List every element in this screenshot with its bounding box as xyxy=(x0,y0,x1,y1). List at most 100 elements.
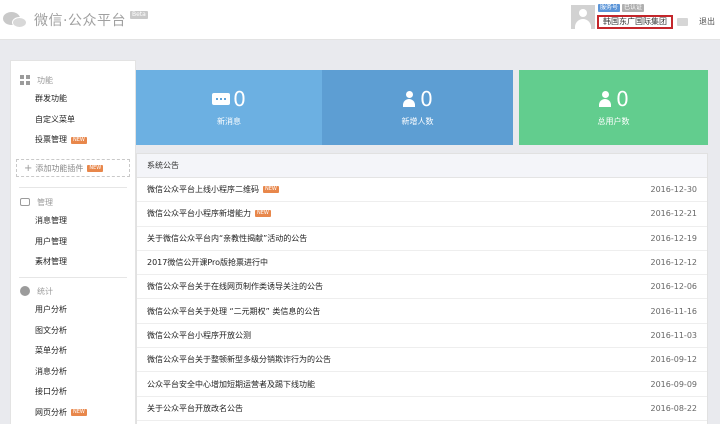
announcement-title[interactable]: 微信公众平台小程序开放公测 xyxy=(147,330,251,341)
announcement-date: 2016-12-21 xyxy=(650,209,698,219)
stats-section-header: 统计 xyxy=(11,282,135,300)
announcement-title-wrap: 微信公众平台关于整顿新型多级分销欺诈行为的公告 xyxy=(147,354,331,365)
stat-value: 0 xyxy=(322,88,513,110)
sidebar-item-api-analysis[interactable]: 接口分析 xyxy=(11,382,135,403)
stat-label: 新消息 xyxy=(217,117,241,126)
sidebar-item-label: 用户分析 xyxy=(35,305,67,314)
account-name[interactable]: 韩国东广国际集团 xyxy=(597,15,673,29)
stats-cards: 0 新消息 0 新增人数 0 总用户数 xyxy=(136,70,708,145)
announcement-title[interactable]: 微信公众平台关于整顿新型多级分销欺诈行为的公告 xyxy=(147,354,331,365)
announcement-title-wrap: 微信公众平台关于在线网页制作类诱导关注的公告 xyxy=(147,281,323,292)
announcement-date: 2016-08-22 xyxy=(650,403,698,413)
announcement-date: 2016-09-12 xyxy=(650,355,698,365)
verified-tag: 已认证 xyxy=(622,4,645,12)
sidebar-item-vote[interactable]: 投票管理 NEW xyxy=(11,130,135,151)
new-badge: NEW xyxy=(255,210,271,218)
stats-section-title: 统计 xyxy=(37,286,53,296)
announcement-date: 2016-11-16 xyxy=(650,306,698,316)
announcement-title-wrap: 微信公众平台关于处理 “二元期权” 类信息的公告 xyxy=(147,306,320,317)
announcement-date: 2016-12-12 xyxy=(650,258,698,268)
announcement-title[interactable]: 关于公众平台开放改名公告 xyxy=(147,403,243,414)
announcement-row[interactable]: 微信公众平台上线小程序二维码 NEW 2016-12-30 xyxy=(137,178,707,203)
announcement-title[interactable]: 微信公众平台关于在线网页制作类诱导关注的公告 xyxy=(147,281,323,292)
user-icon xyxy=(402,91,416,107)
wechat-mp-logo[interactable]: 微信·公众平台 Beta xyxy=(2,8,148,32)
announcement-title-wrap: 微信公众平台小程序新增能力 NEW xyxy=(147,208,271,219)
announcement-title-wrap: 微信公众平台小程序开放公测 xyxy=(147,330,251,341)
stat-card-new-messages[interactable]: 0 新消息 xyxy=(136,70,322,145)
sidebar-item-label: 素材管理 xyxy=(35,257,67,266)
logout-link[interactable]: 退出 xyxy=(699,16,715,27)
function-section-title: 功能 xyxy=(37,75,53,85)
new-messages-count: 0 xyxy=(233,87,246,111)
sidebar-item-users[interactable]: 用户管理 xyxy=(11,232,135,253)
sidebar-item-label: 群发功能 xyxy=(35,94,67,103)
sidebar-item-mass-send[interactable]: 群发功能 xyxy=(11,89,135,110)
sidebar-item-label: 菜单分析 xyxy=(35,346,67,355)
logo-text: 微信·公众平台 xyxy=(34,13,126,29)
announcements-panel: 系统公告 微信公众平台上线小程序二维码 NEW 2016-12-30 微信公众平台小程… xyxy=(136,153,708,424)
sidebar-item-label: 用户管理 xyxy=(35,236,67,246)
sidebar-item-label: 图文分析 xyxy=(35,325,67,335)
manage-section-header: 管理 xyxy=(11,193,135,211)
stat-label: 总用户数 xyxy=(597,117,630,126)
announcement-date: 2016-11-03 xyxy=(650,330,698,340)
manage-section: 管理 消息管理 用户管理 素材管理 xyxy=(11,193,135,273)
announcement-date: 2016-12-06 xyxy=(650,282,698,292)
message-icon xyxy=(212,93,231,105)
new-users-count: 0 xyxy=(420,87,433,111)
plus-icon: + xyxy=(24,162,33,174)
announcement-row[interactable]: 2017微信公开课Pro版抢票进行中 2016-12-12 xyxy=(137,251,707,276)
top-header: 微信·公众平台 Beta 服务号 已认证 韩国东广国际集团 退出 xyxy=(0,0,720,40)
tray-icon xyxy=(20,198,30,206)
sidebar-item-label: 投票管理 xyxy=(35,135,67,144)
stat-label: 新增人数 xyxy=(401,117,434,126)
add-plugin-button[interactable]: + 添加功能插件 NEW xyxy=(16,159,130,177)
divider xyxy=(19,187,127,188)
sidebar-item-custom-menu[interactable]: 自定义菜单 xyxy=(11,110,135,131)
sidebar-item-label: 网页分析 xyxy=(35,407,67,417)
announcement-row[interactable]: 关于公众平台开放改名公告 2016-08-22 xyxy=(137,397,707,421)
stat-card-total-users[interactable]: 0 总用户数 xyxy=(519,70,708,145)
announcement-row[interactable]: 公众平台安全中心增加短期运营者及踢下线功能 2016-09-09 xyxy=(137,372,707,397)
announcement-title-wrap: 公众平台安全中心增加短期运营者及踢下线功能 xyxy=(147,379,315,390)
sidebar-item-user-analysis[interactable]: 用户分析 xyxy=(11,300,135,321)
total-users-count: 0 xyxy=(616,87,629,111)
announcement-title[interactable]: 公众平台安全中心增加短期运营者及踢下线功能 xyxy=(147,379,315,390)
sidebar-item-webpage-analysis[interactable]: 网页分析 NEW xyxy=(11,403,135,424)
announcement-list: 微信公众平台上线小程序二维码 NEW 2016-12-30 微信公众平台小程序新增能力… xyxy=(137,178,707,421)
function-section-header: 功能 xyxy=(11,71,135,89)
account-avatar[interactable] xyxy=(571,5,595,29)
sidebar-item-materials[interactable]: 素材管理 xyxy=(11,252,135,273)
announcement-date: 2016-09-09 xyxy=(650,379,698,389)
sidebar-item-article-analysis[interactable]: 图文分析 xyxy=(11,321,135,342)
sidebar-item-menu-analysis[interactable]: 菜单分析 xyxy=(11,341,135,362)
mail-icon[interactable] xyxy=(677,18,688,26)
divider xyxy=(19,277,127,278)
sidebar: 功能 群发功能 自定义菜单 投票管理 NEW + 添加功能插件 NEW 管理 消息… xyxy=(10,60,136,424)
announcement-row[interactable]: 微信公众平台关于处理 “二元期权” 类信息的公告 2016-11-16 xyxy=(137,299,707,324)
announcement-row[interactable]: 关于微信公众平台内“亲教性揭献”活动的公告 2016-12-19 xyxy=(137,227,707,251)
announcement-row[interactable]: 微信公众平台小程序新增能力 NEW 2016-12-21 xyxy=(137,202,707,227)
announcement-title-wrap: 关于微信公众平台内“亲教性揭献”活动的公告 xyxy=(147,233,307,244)
sidebar-item-label: 接口分析 xyxy=(35,387,67,396)
sidebar-item-message-analysis[interactable]: 消息分析 xyxy=(11,362,135,383)
sidebar-item-label: 自定义菜单 xyxy=(35,114,75,124)
announcement-row[interactable]: 微信公众平台关于在线网页制作类诱导关注的公告 2016-12-06 xyxy=(137,275,707,300)
function-section: 功能 群发功能 自定义菜单 投票管理 NEW xyxy=(11,71,135,151)
account-tags: 服务号 已认证 xyxy=(598,4,645,12)
new-badge: NEW xyxy=(87,164,104,172)
announcement-title[interactable]: 微信公众平台小程序新增能力 xyxy=(147,208,251,219)
announcement-title[interactable]: 微信公众平台关于处理 “二元期权” 类信息的公告 xyxy=(147,306,320,317)
announcement-title[interactable]: 2017微信公开课Pro版抢票进行中 xyxy=(147,257,268,268)
announcement-title[interactable]: 关于微信公众平台内“亲教性揭献”活动的公告 xyxy=(147,233,307,244)
stats-section: 统计 用户分析 图文分析 菜单分析 消息分析 接口分析 网页分析 NEW xyxy=(11,282,135,423)
announcement-row[interactable]: 微信公众平台小程序开放公测 2016-11-03 xyxy=(137,324,707,349)
pie-chart-icon xyxy=(20,286,30,296)
stat-card-new-users[interactable]: 0 新增人数 xyxy=(322,70,513,145)
announcement-title[interactable]: 微信公众平台上线小程序二维码 xyxy=(147,184,259,195)
announcement-row[interactable]: 微信公众平台关于整顿新型多级分销欺诈行为的公告 2016-09-12 xyxy=(137,348,707,373)
sidebar-item-messages[interactable]: 消息管理 xyxy=(11,211,135,232)
service-account-tag: 服务号 xyxy=(598,4,621,12)
beta-badge: Beta xyxy=(129,11,148,19)
